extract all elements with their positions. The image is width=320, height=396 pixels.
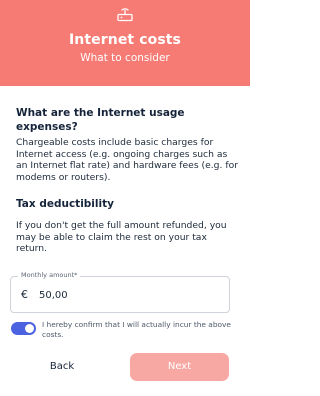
euro-icon: € bbox=[21, 288, 28, 301]
main-content: What are the Internet usage expenses? Ch… bbox=[0, 86, 250, 396]
confirm-text: I hereby confirm that I will actually in… bbox=[42, 320, 231, 339]
monthly-amount-label: Monthly amount* bbox=[18, 271, 81, 279]
section-heading-usage-expenses: What are the Internet usage expenses? bbox=[16, 107, 185, 133]
section-text-usage-expenses: Chargeable costs include basic charges f… bbox=[16, 137, 238, 183]
section-heading-tax-deductibility: Tax deductibility bbox=[16, 198, 114, 210]
section-text-tax-deductibility: If you don't get the full amount refunde… bbox=[16, 220, 227, 255]
monthly-amount-input[interactable] bbox=[39, 286, 189, 304]
router-icon bbox=[117, 8, 133, 22]
back-button[interactable]: Back bbox=[22, 353, 102, 381]
next-button[interactable]: Next bbox=[130, 353, 229, 381]
toggle-knob bbox=[25, 324, 34, 333]
page-subtitle: What to consider bbox=[80, 52, 170, 64]
monthly-amount-field[interactable]: Monthly amount* € bbox=[10, 271, 230, 313]
header: Internet costs What to consider bbox=[0, 0, 250, 86]
page-title: Internet costs bbox=[69, 32, 181, 48]
confirm-toggle[interactable] bbox=[11, 322, 36, 335]
